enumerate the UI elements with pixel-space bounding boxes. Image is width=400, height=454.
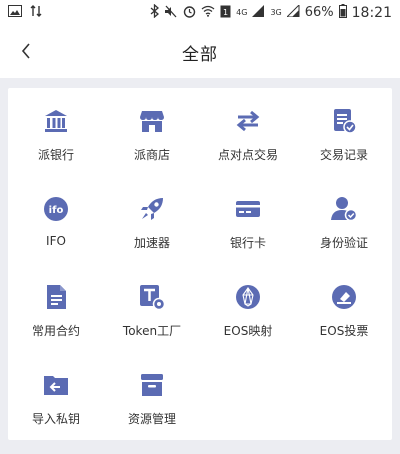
battery-icon (338, 4, 347, 21)
features-grid: 派银行 派商店 点对点交易 交易记录 ifo IFO 加速器 银行卡 身份验证 … (8, 100, 392, 452)
card-icon (235, 196, 261, 222)
battery-percent: 66% (304, 5, 334, 20)
tile-resource-management[interactable]: 资源管理 (104, 364, 200, 452)
archive-icon (139, 372, 165, 398)
bank-icon (43, 108, 69, 134)
tile-eos-mapping[interactable]: EOS映射 (200, 276, 296, 364)
tile-token-factory[interactable]: Token工厂 (104, 276, 200, 364)
network-3g-label: 3G (270, 8, 282, 17)
network-4g-label: 4G (236, 8, 248, 17)
tile-label: 派银行 (37, 148, 74, 162)
tile-label: 点对点交易 (217, 148, 278, 162)
tile-label: 加速器 (133, 236, 170, 250)
tile-label: 资源管理 (127, 412, 176, 426)
page-title: 全部 (182, 45, 218, 65)
tile-accelerator[interactable]: 加速器 (104, 188, 200, 276)
tile-pai-store[interactable]: 派商店 (104, 100, 200, 188)
tile-ifo[interactable]: ifo IFO (8, 188, 104, 276)
tile-import-private-key[interactable]: 导入私钥 (8, 364, 104, 452)
tile-label: Token工厂 (122, 324, 182, 338)
tile-label: 导入私钥 (31, 412, 80, 426)
tile-common-contracts[interactable]: 常用合约 (8, 276, 104, 364)
sim-icon: 1 (220, 5, 231, 21)
wifi-icon (201, 5, 215, 20)
tile-p2p-trade[interactable]: 点对点交易 (200, 100, 296, 188)
signal-icon (285, 3, 300, 20)
tile-eos-vote[interactable]: EOS投票 (296, 276, 392, 364)
svg-text:ifo: ifo (49, 205, 64, 216)
token-factory-icon (139, 284, 165, 310)
document-icon (43, 284, 69, 310)
signal-icon (252, 5, 265, 20)
alarm-icon (183, 5, 196, 21)
svg-text:1: 1 (223, 8, 228, 17)
bluetooth-icon (150, 3, 160, 21)
tile-pai-bank[interactable]: 派银行 (8, 100, 104, 188)
rocket-icon (139, 196, 165, 222)
user-verify-icon (331, 196, 357, 222)
header-bar: 全部 (0, 26, 400, 78)
ifo-icon: ifo (43, 196, 69, 222)
tile-label: 身份验证 (319, 236, 368, 250)
image-notification-icon (8, 5, 22, 20)
mute-icon (164, 5, 178, 21)
tile-trade-record[interactable]: 交易记录 (296, 100, 392, 188)
tile-identity-verify[interactable]: 身份验证 (296, 188, 392, 276)
tile-label: IFO (46, 234, 66, 248)
clock: 18:21 (351, 4, 392, 21)
features-panel: 派银行 派商店 点对点交易 交易记录 ifo IFO 加速器 银行卡 身份验证 … (8, 88, 392, 440)
tile-label: 派商店 (133, 148, 170, 162)
tile-bank-card[interactable]: 银行卡 (200, 188, 296, 276)
tile-label: 常用合约 (31, 324, 80, 338)
tile-label: 银行卡 (229, 236, 266, 250)
status-bar: 1 4G 3G 66% 18:21 (0, 0, 400, 26)
import-key-icon (43, 372, 69, 398)
tile-label: 交易记录 (319, 148, 368, 162)
record-icon (331, 108, 357, 134)
swap-arrows-icon (235, 108, 261, 134)
tile-label: EOS投票 (319, 324, 369, 338)
data-transfer-icon (30, 5, 42, 20)
vote-icon (331, 284, 357, 310)
eos-icon (235, 284, 261, 310)
tile-label: EOS映射 (223, 324, 273, 338)
store-icon (139, 108, 165, 134)
